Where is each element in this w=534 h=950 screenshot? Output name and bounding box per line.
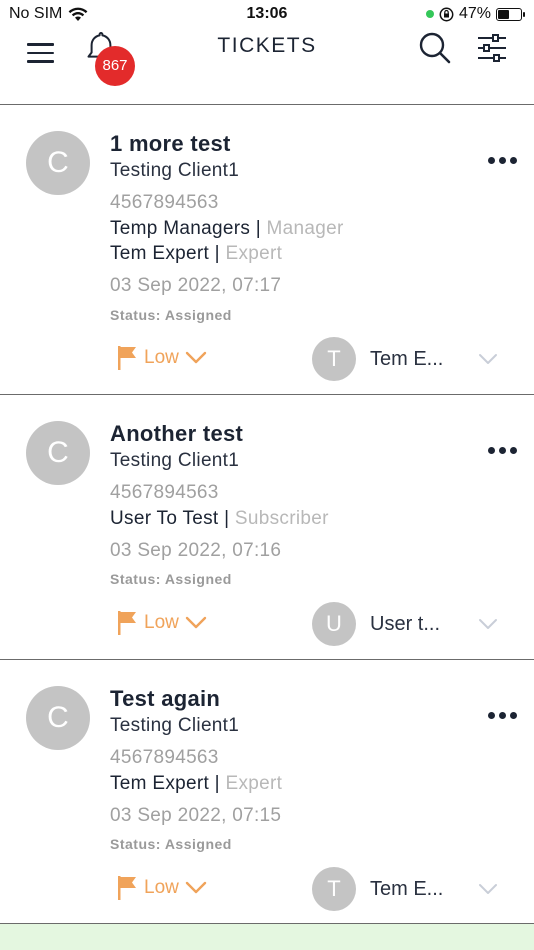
client-avatar: C [26,131,90,195]
flag-icon [118,876,136,900]
assignee-name: User t... [370,612,441,635]
ticket-title: Test again [110,686,221,711]
priority-selector[interactable]: Low [116,875,207,901]
chevron-down-icon [479,884,497,894]
chevron-down-icon [185,351,207,364]
status-bar: No SIM 13:06 47% [0,0,534,28]
app-header: 867 TICKETS [0,28,534,105]
assignment-role: Subscriber [234,508,329,529]
orientation-lock-icon [439,7,454,21]
chevron-down-icon [185,881,207,894]
assignment-line: Temp Managers | Manager [110,218,344,239]
ticket-phone: 4567894563 [110,192,219,213]
page-title: TICKETS [217,34,317,57]
assignment-name: User To Test [110,508,219,529]
priority-label: Low [144,347,179,368]
assignee-name: Tem E... [370,877,444,900]
battery-icon [496,7,525,21]
assignment-line: Tem Expert | Expert [110,773,283,794]
ticket-card[interactable]: C Another test Testing Client1 456789456… [0,395,534,660]
ticket-card[interactable]: C 1 more test Testing Client1 4567894563… [0,105,534,395]
ticket-datetime: 03 Sep 2022, 07:15 [110,805,282,826]
ticket-datetime: 03 Sep 2022, 07:17 [110,275,282,296]
priority-selector[interactable]: Low [116,610,207,636]
client-avatar: C [26,421,90,485]
battery-percent: 47% [458,5,491,22]
filter-icon[interactable] [477,34,507,62]
assignee-selector[interactable]: U User t... [312,602,498,646]
ticket-status: Status: Assigned [110,836,232,852]
assignment-name: Tem Expert [110,773,210,794]
assignment-name: Tem Expert [110,243,210,264]
ticket-status: Status: Assigned [110,571,232,587]
next-ticket-card-partial[interactable] [0,924,534,950]
priority-label: Low [144,877,179,898]
flag-icon [118,611,136,635]
assignment-role: Expert [225,243,283,264]
client-avatar: C [26,686,90,750]
assignment-name: Temp Managers [110,218,251,239]
more-options-icon[interactable] [488,447,517,454]
ticket-title: 1 more test [110,131,231,156]
assignment-role: Expert [225,773,283,794]
chevron-down-icon [185,616,207,629]
chevron-down-icon [479,354,497,364]
chevron-down-icon [479,619,497,629]
more-options-icon[interactable] [488,157,517,164]
assignee-selector[interactable]: T Tem E... [312,337,498,381]
assignment-line: Tem Expert | Expert [110,243,283,264]
flag-icon [118,346,136,370]
assignee-avatar: U [312,602,356,646]
ticket-title: Another test [110,421,244,446]
ticket-phone: 4567894563 [110,747,219,768]
assignment-role: Manager [266,218,344,239]
ticket-client: Testing Client1 [110,450,240,471]
priority-label: Low [144,612,179,633]
more-options-icon[interactable] [488,712,517,719]
assignee-avatar: T [312,867,356,911]
ticket-card[interactable]: C Test again Testing Client1 4567894563 … [0,660,534,924]
camera-indicator-dot [425,10,434,18]
ticket-client: Testing Client1 [110,160,240,181]
ticket-phone: 4567894563 [110,482,219,503]
assignee-name: Tem E... [370,347,444,370]
search-icon[interactable] [418,31,452,65]
priority-selector[interactable]: Low [116,345,207,371]
ticket-status: Status: Assigned [110,307,232,323]
assignee-selector[interactable]: T Tem E... [312,867,498,911]
ticket-datetime: 03 Sep 2022, 07:16 [110,540,282,561]
status-right: 47% [425,5,525,23]
assignment-line: User To Test | Subscriber [110,508,329,529]
ticket-client: Testing Client1 [110,715,240,736]
assignee-avatar: T [312,337,356,381]
